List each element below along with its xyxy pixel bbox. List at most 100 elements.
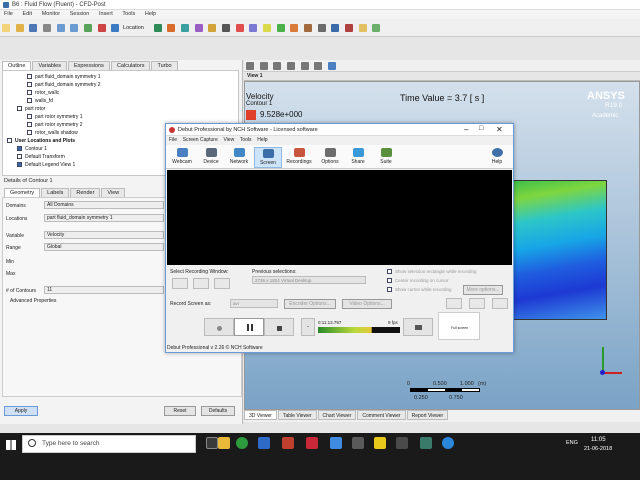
- taskbar-search[interactable]: Type here to search: [22, 435, 196, 453]
- vector-icon[interactable]: [153, 24, 162, 32]
- menu-help[interactable]: Help: [145, 10, 156, 19]
- video-options-button[interactable]: Video Options...: [342, 299, 392, 309]
- debut-task-icon[interactable]: [420, 437, 432, 449]
- zoom-icon[interactable]: [287, 62, 296, 70]
- advanced-properties-label[interactable]: Advanced Properties: [10, 298, 56, 304]
- menu-file[interactable]: File: [4, 10, 13, 19]
- tree-item[interactable]: rotor_wallc: [27, 89, 59, 97]
- center-cursor-checkbox[interactable]: [387, 278, 392, 284]
- center-cursor-option[interactable]: Center recording on cursor: [387, 278, 449, 284]
- tab-comment-viewer[interactable]: Comment Viewer: [357, 410, 406, 420]
- show-selection-option[interactable]: Show selection rectangle while recording: [387, 269, 477, 275]
- variable-icon[interactable]: [290, 24, 299, 32]
- show-cursor-option[interactable]: Show cursor while recording: [387, 287, 452, 293]
- calculator-app-icon[interactable]: [396, 437, 408, 449]
- app-m-icon[interactable]: [306, 437, 318, 449]
- tab-render[interactable]: Render: [70, 188, 101, 197]
- chart-icon[interactable]: [344, 24, 353, 32]
- table-icon[interactable]: [331, 24, 340, 32]
- calculator-icon[interactable]: [317, 24, 326, 32]
- tree-item-checkbox[interactable]: [17, 146, 22, 152]
- timestep-icon[interactable]: [84, 24, 93, 32]
- show-selection-checkbox[interactable]: [387, 269, 392, 275]
- menu-insert[interactable]: Insert: [99, 10, 113, 19]
- tree-item-checkbox[interactable]: [27, 74, 32, 80]
- outlook-icon[interactable]: [330, 437, 342, 449]
- rotate-icon[interactable]: [259, 62, 268, 70]
- more-options-button[interactable]: More options...: [463, 285, 503, 295]
- tree-item-checkbox[interactable]: [27, 122, 32, 128]
- close-icon[interactable]: ✕: [496, 125, 503, 134]
- ansys-workbench-icon[interactable]: [374, 437, 386, 449]
- minimize-icon[interactable]: –: [464, 125, 468, 134]
- select-window-button[interactable]: [193, 278, 209, 289]
- language-indicator[interactable]: ENG: [566, 440, 578, 446]
- print-icon[interactable]: [43, 24, 52, 32]
- pan-icon[interactable]: [273, 62, 282, 70]
- share-button[interactable]: Share: [344, 147, 372, 168]
- tab-outline[interactable]: Outline: [2, 61, 32, 70]
- range-field[interactable]: Global: [44, 243, 164, 251]
- encoder-options-button[interactable]: Encoder Options...: [284, 299, 336, 309]
- fit-view-icon[interactable]: [314, 62, 323, 70]
- fullscreen-thumbnail[interactable]: Full screen: [438, 312, 480, 340]
- streamline-icon[interactable]: [180, 24, 189, 32]
- tree-item[interactable]: Default Legend View 1: [17, 161, 75, 169]
- format-dropdown[interactable]: avi: [230, 299, 278, 308]
- color-map-icon[interactable]: [276, 24, 285, 32]
- snapshot-button[interactable]: [403, 318, 433, 336]
- store-icon[interactable]: [352, 437, 364, 449]
- instance-transform-icon[interactable]: [249, 24, 258, 32]
- tab-labels[interactable]: Labels: [41, 188, 70, 197]
- figure-icon[interactable]: [372, 24, 381, 32]
- contours-field[interactable]: 11: [44, 286, 164, 294]
- tree-item[interactable]: part fluid_domain symmetry 2: [27, 81, 101, 89]
- location-icon[interactable]: [111, 24, 120, 32]
- recordings-button[interactable]: Recordings: [283, 147, 315, 168]
- tab-chart-viewer[interactable]: Chart Viewer: [317, 410, 357, 420]
- task-view-icon[interactable]: [206, 437, 218, 449]
- tree-item-checkbox[interactable]: [27, 82, 32, 88]
- tree-item[interactable]: part rotor: [17, 105, 45, 113]
- undo-icon[interactable]: [56, 24, 65, 32]
- redo-icon[interactable]: [70, 24, 79, 32]
- animation-icon[interactable]: [97, 24, 106, 32]
- select-icon[interactable]: [246, 62, 254, 70]
- location-menu-button[interactable]: Location: [123, 25, 144, 31]
- volume-render-icon[interactable]: [208, 24, 217, 32]
- pause-button[interactable]: [234, 318, 264, 336]
- tree-item[interactable]: User Locations and Plots: [7, 137, 75, 145]
- clip-plane-icon[interactable]: [262, 24, 271, 32]
- tree-item-checkbox[interactable]: [27, 114, 32, 120]
- tree-item[interactable]: rotor_walls shadow: [27, 129, 78, 137]
- apply-button[interactable]: Apply: [4, 406, 38, 416]
- powerpoint-icon[interactable]: [282, 437, 294, 449]
- tree-item-checkbox[interactable]: [27, 98, 32, 104]
- tree-item[interactable]: part fluid_domain symmetry 1: [27, 73, 101, 81]
- chrome-icon[interactable]: [236, 437, 248, 449]
- network-button[interactable]: Network: [225, 147, 253, 168]
- debut-menu-help[interactable]: Help: [257, 136, 267, 145]
- zoom-box-icon[interactable]: [300, 62, 309, 70]
- debut-menu-view[interactable]: View: [223, 136, 234, 145]
- tab-view[interactable]: View: [101, 188, 126, 197]
- comment-icon[interactable]: [358, 24, 367, 32]
- tab-report-viewer[interactable]: Report Viewer: [406, 410, 449, 420]
- tree-item[interactable]: Contour 1: [17, 145, 47, 153]
- menu-tools[interactable]: Tools: [122, 10, 135, 19]
- menu-monitor[interactable]: Monitor: [42, 10, 60, 19]
- clock-time[interactable]: 11:05: [591, 437, 606, 443]
- tab-calculators[interactable]: Calculators: [110, 61, 151, 70]
- device-button[interactable]: Device: [197, 147, 225, 168]
- stop-button[interactable]: [264, 318, 294, 336]
- overlay-text-icon[interactable]: [446, 298, 462, 309]
- tree-item-checkbox[interactable]: [27, 130, 32, 136]
- word-icon[interactable]: [258, 437, 270, 449]
- file-explorer-icon[interactable]: [218, 437, 230, 449]
- debut-menu-file[interactable]: File: [169, 136, 177, 145]
- debut-menu-tools[interactable]: Tools: [240, 136, 252, 145]
- layout-icon[interactable]: [328, 62, 337, 70]
- tab-geometry[interactable]: Geometry: [4, 188, 41, 197]
- expression-icon[interactable]: [303, 24, 312, 32]
- select-rectangle-button[interactable]: [214, 278, 230, 289]
